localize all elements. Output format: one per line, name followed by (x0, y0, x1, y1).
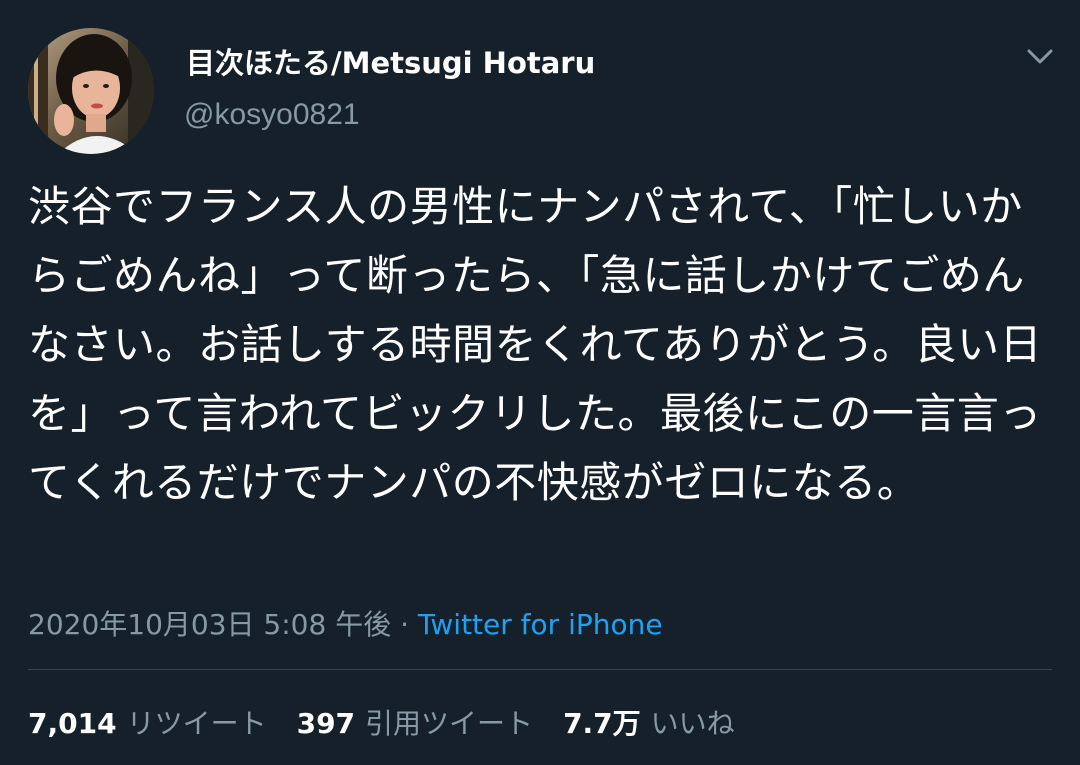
source-link[interactable]: Twitter for iPhone (418, 608, 663, 641)
chevron-down-icon[interactable] (1022, 42, 1058, 72)
tweet-stats: 7,014 リツイート 397 引用ツイート 7.7万 いいね (28, 702, 765, 742)
username-handle[interactable]: @kosyo0821 (184, 98, 360, 132)
meta-separator: · (400, 608, 410, 641)
tweet-meta: 2020年10月03日 5:08 午後 · Twitter for iPhone (28, 603, 663, 643)
like-label: いいね (650, 707, 735, 740)
retweet-count: 7,014 (28, 707, 117, 740)
quote-count: 397 (296, 707, 356, 740)
timestamp[interactable]: 2020年10月03日 5:08 午後 (28, 608, 391, 641)
display-name[interactable]: 目次ほたる/Metsugi Hotaru (186, 40, 595, 82)
divider (28, 669, 1052, 670)
quotes-stat[interactable]: 397 引用ツイート (297, 702, 533, 742)
tweet-detail: 目次ほたる/Metsugi Hotaru @kosyo0821 渋谷でフランス人… (0, 0, 1080, 765)
quote-label: 引用ツイート (365, 707, 534, 740)
likes-stat[interactable]: 7.7万 いいね (563, 702, 735, 742)
like-count: 7.7万 (563, 707, 641, 740)
retweets-stat[interactable]: 7,014 リツイート (28, 702, 267, 742)
tweet-text: 渋谷でフランス人の男性にナンパされて、「忙しいからごめんね」って断ったら、「急に… (28, 182, 1043, 507)
avatar[interactable] (28, 28, 154, 154)
retweet-label: リツイート (126, 707, 267, 740)
profile-photo-icon (28, 28, 154, 154)
